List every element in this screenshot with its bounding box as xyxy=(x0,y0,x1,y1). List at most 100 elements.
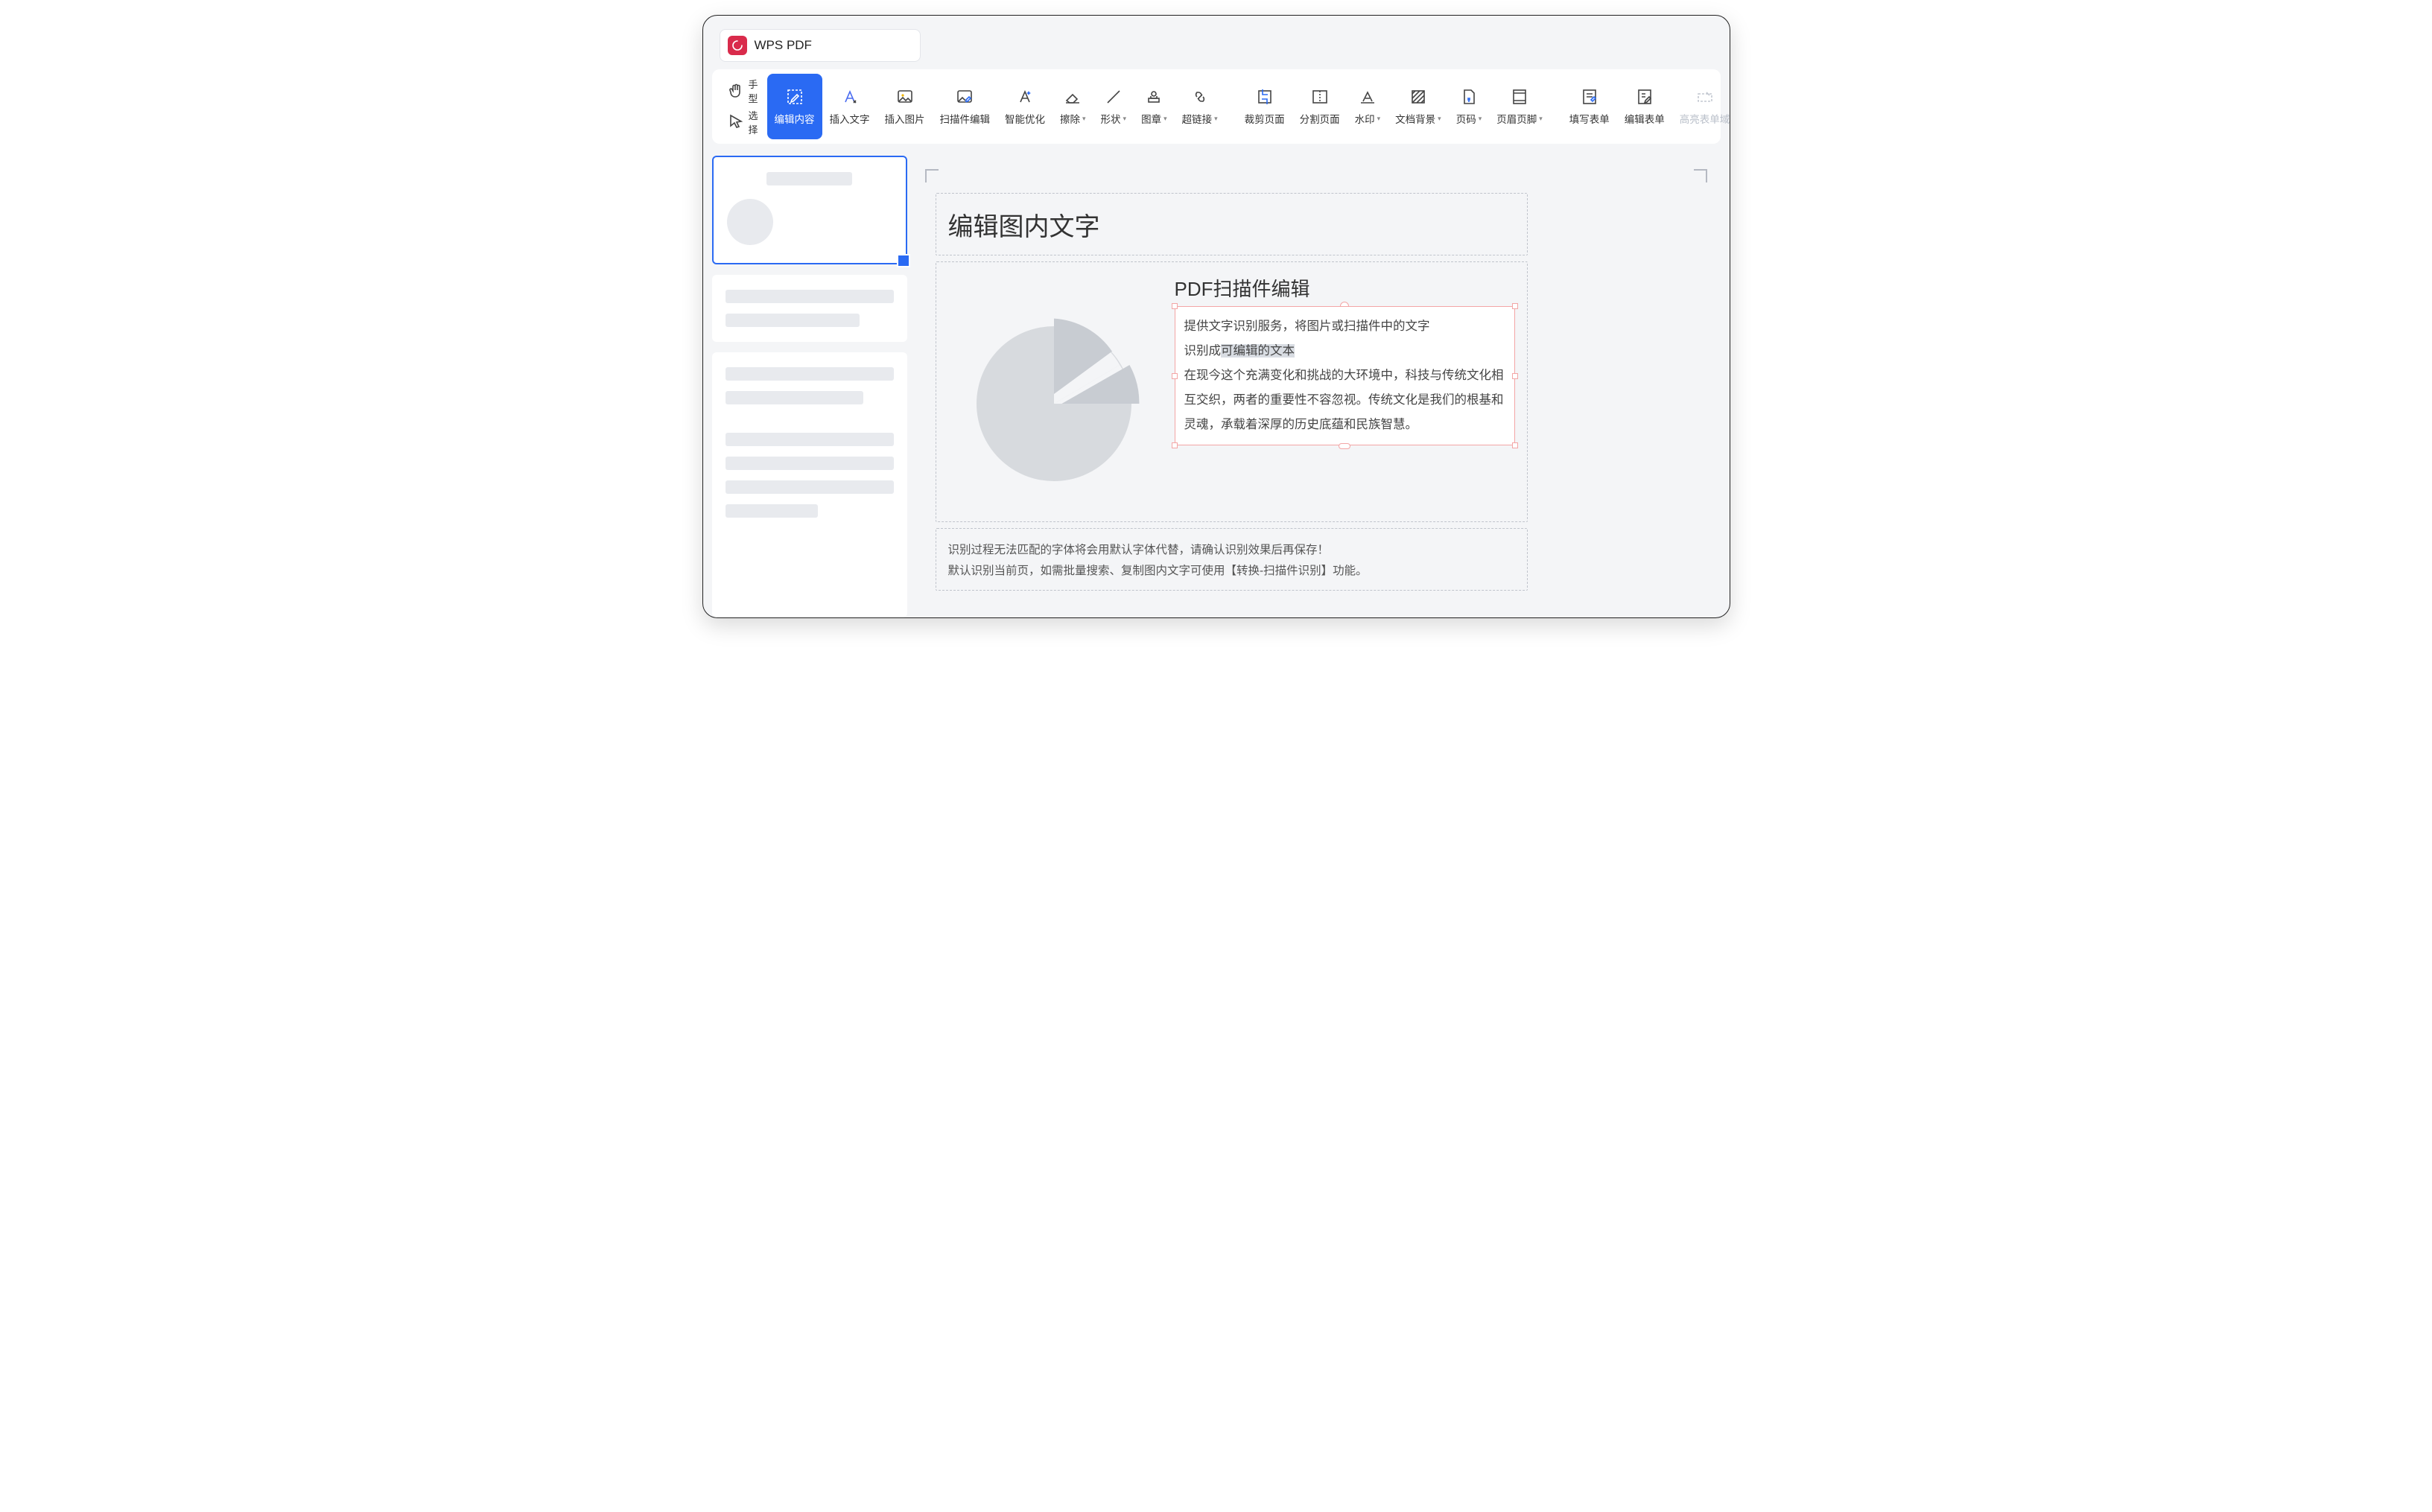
resize-handle[interactable] xyxy=(1512,303,1518,309)
page-main-title: 编辑图内文字 xyxy=(948,206,1100,243)
page-number-button[interactable]: 页码▾ xyxy=(1449,74,1490,139)
scan-edit-icon xyxy=(955,87,974,107)
edit-form-label: 编辑表单 xyxy=(1625,111,1665,126)
hand-icon xyxy=(727,81,745,101)
split-page-label: 分割页面 xyxy=(1300,111,1340,126)
footer-note-1: 识别过程无法匹配的字体将会用默认字体代替，请确认识别效果后再保存！ xyxy=(948,541,1515,557)
split-icon xyxy=(1310,87,1330,107)
cursor-icon xyxy=(727,112,745,132)
document-tab[interactable]: WPS PDF xyxy=(720,29,921,62)
resize-handle[interactable] xyxy=(1172,442,1178,448)
hand-tool[interactable]: 手型 xyxy=(727,77,760,105)
content-region[interactable]: PDF扫描件编辑 提供文字识别服务，将图片或扫 xyxy=(936,261,1528,522)
highlight-form-button[interactable]: 高亮表单域 xyxy=(1672,74,1730,139)
watermark-button[interactable]: 水印▾ xyxy=(1347,74,1388,139)
select-tool-label: 选择 xyxy=(749,108,760,136)
fill-form-icon xyxy=(1580,87,1599,107)
app-window: WPS PDF 手型 选择 编辑内容 插入文字 插入图片 xyxy=(702,15,1730,618)
crop-page-button[interactable]: 裁剪页面 xyxy=(1237,74,1292,139)
erase-label: 擦除 xyxy=(1060,111,1080,126)
stamp-icon xyxy=(1144,87,1163,107)
header-footer-button[interactable]: 页眉页脚▾ xyxy=(1489,74,1550,139)
toolbar: 手型 选择 编辑内容 插入文字 插入图片 扫描件编辑 智能优化 xyxy=(712,69,1721,144)
background-label: 文档背景 xyxy=(1395,111,1435,126)
page-number-label: 页码 xyxy=(1456,111,1476,126)
shape-button[interactable]: 形状▾ xyxy=(1093,74,1134,139)
shape-label: 形状 xyxy=(1101,111,1121,126)
footer-region[interactable]: 识别过程无法匹配的字体将会用默认字体代替，请确认识别效果后再保存！ 默认识别当前… xyxy=(936,528,1528,591)
chevron-down-icon: ▾ xyxy=(1214,115,1218,123)
line-icon xyxy=(1104,87,1123,107)
hyperlink-label: 超链接 xyxy=(1182,111,1213,126)
chevron-down-icon: ▾ xyxy=(1377,115,1381,123)
crop-mark-icon xyxy=(1694,169,1707,182)
edit-pencil-icon xyxy=(785,87,804,107)
resize-handle[interactable] xyxy=(1512,442,1518,448)
app-title: WPS PDF xyxy=(755,38,812,53)
select-tool[interactable]: 选择 xyxy=(727,108,760,136)
smart-optimize-button[interactable]: 智能优化 xyxy=(997,74,1053,139)
watermark-label: 水印 xyxy=(1355,111,1375,126)
scan-edit-label: 扫描件编辑 xyxy=(940,111,991,126)
page-number-icon xyxy=(1459,87,1479,107)
smart-optimize-label: 智能优化 xyxy=(1005,111,1045,126)
stamp-button[interactable]: 图章▾ xyxy=(1134,74,1175,139)
chevron-down-icon: ▾ xyxy=(1479,115,1482,123)
magic-icon xyxy=(1015,87,1035,107)
resize-handle[interactable] xyxy=(1172,373,1178,379)
chevron-down-icon: ▾ xyxy=(1163,115,1167,123)
crop-mark-icon xyxy=(925,169,939,182)
split-page-button[interactable]: 分割页面 xyxy=(1292,74,1347,139)
pdf-app-icon xyxy=(728,36,747,55)
header-footer-label: 页眉页脚 xyxy=(1496,111,1537,126)
insert-image-button[interactable]: 插入图片 xyxy=(877,74,933,139)
insert-text-label: 插入文字 xyxy=(830,111,870,126)
text-a-icon xyxy=(840,87,860,107)
insert-text-button[interactable]: 插入文字 xyxy=(822,74,877,139)
edit-content-button[interactable]: 编辑内容 xyxy=(767,74,822,139)
background-button[interactable]: 文档背景▾ xyxy=(1388,74,1449,139)
hand-tool-label: 手型 xyxy=(749,77,760,105)
titlebar: WPS PDF xyxy=(703,16,1730,69)
footer-note-2: 默认识别当前页，如需批量搜索、复制图内文字可使用【转换-扫描件识别】功能。 xyxy=(948,562,1515,578)
stamp-label: 图章 xyxy=(1141,111,1161,126)
resize-handle[interactable] xyxy=(1339,443,1350,449)
resize-handle[interactable] xyxy=(1512,373,1518,379)
chevron-down-icon: ▾ xyxy=(1082,115,1086,123)
highlight-form-icon xyxy=(1695,87,1715,107)
hyperlink-button[interactable]: 超链接▾ xyxy=(1175,74,1225,139)
image-icon xyxy=(895,87,915,107)
pie-chart-placeholder xyxy=(950,274,1158,514)
paragraph-1[interactable]: 提供文字识别服务，将图片或扫描件中的文字 识别成可编辑的文本 xyxy=(1184,314,1505,363)
page-thumbnail-3[interactable] xyxy=(712,352,907,617)
crop-page-label: 裁剪页面 xyxy=(1245,111,1285,126)
selected-text: 可编辑的文本 xyxy=(1221,344,1295,358)
fill-form-label: 填写表单 xyxy=(1569,111,1610,126)
page-thumbnail-2[interactable] xyxy=(712,275,907,342)
erase-button[interactable]: 擦除▾ xyxy=(1053,74,1093,139)
resize-handle[interactable] xyxy=(1172,303,1178,309)
insert-image-label: 插入图片 xyxy=(885,111,925,126)
chevron-down-icon: ▾ xyxy=(1438,115,1441,123)
fill-form-button[interactable]: 填写表单 xyxy=(1562,74,1617,139)
chevron-down-icon: ▾ xyxy=(1539,115,1543,123)
edit-form-button[interactable]: 编辑表单 xyxy=(1617,74,1672,139)
content-sub-heading[interactable]: PDF扫描件编辑 xyxy=(1175,274,1515,302)
eraser-icon xyxy=(1063,87,1082,107)
editable-text-frame[interactable]: 提供文字识别服务，将图片或扫描件中的文字 识别成可编辑的文本 在现今这个充满变化… xyxy=(1175,306,1515,445)
thumbnail-panel xyxy=(712,156,907,617)
edit-form-icon xyxy=(1635,87,1654,107)
watermark-icon xyxy=(1358,87,1377,107)
highlight-form-label: 高亮表单域 xyxy=(1680,111,1730,126)
workspace: 编辑图内文字 PDF扫描件编辑 xyxy=(703,144,1730,617)
header-footer-icon xyxy=(1510,87,1529,107)
background-icon xyxy=(1409,87,1428,107)
edit-content-label: 编辑内容 xyxy=(775,111,815,126)
scan-edit-button[interactable]: 扫描件编辑 xyxy=(933,74,998,139)
crop-icon xyxy=(1255,87,1274,107)
link-icon xyxy=(1190,87,1210,107)
page-thumbnail-1[interactable] xyxy=(712,156,907,264)
page-canvas[interactable]: 编辑图内文字 PDF扫描件编辑 xyxy=(919,156,1721,617)
title-region[interactable]: 编辑图内文字 xyxy=(936,193,1528,255)
paragraph-2[interactable]: 在现今这个充满变化和挑战的大环境中，科技与传统文化相互交织，两者的重要性不容忽视… xyxy=(1184,363,1505,437)
